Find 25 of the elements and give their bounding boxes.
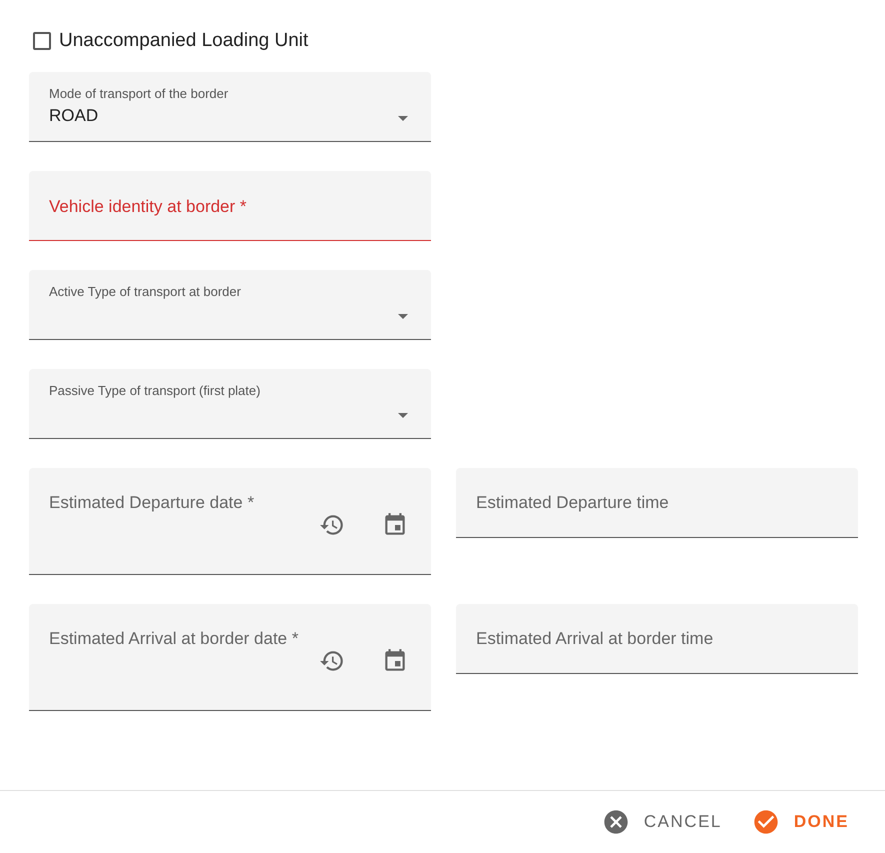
- checkbox-label: Unaccompanied Loading Unit: [59, 30, 308, 52]
- select-field[interactable]: Active Type of transport at border: [29, 270, 431, 340]
- check-icon: [752, 808, 780, 836]
- cancel-button[interactable]: CANCEL: [602, 804, 722, 840]
- field-label: Vehicle identity at border *: [49, 197, 247, 217]
- date-field[interactable]: Estimated Arrival at border date *: [29, 604, 431, 711]
- select-field[interactable]: Passive Type of transport (first plate): [29, 369, 431, 439]
- done-button[interactable]: DONE: [752, 804, 849, 840]
- field-value: ROAD: [49, 106, 98, 126]
- field-label: Mode of transport of the border: [49, 86, 228, 101]
- field-label: Estimated Arrival at border date *: [49, 629, 298, 649]
- select-field[interactable]: Mode of transport of the border ROAD: [29, 72, 431, 142]
- input-field[interactable]: Vehicle identity at border *: [29, 171, 431, 241]
- calendar-icon[interactable]: [382, 512, 408, 538]
- close-icon: [602, 808, 630, 836]
- field-label: Active Type of transport at border: [49, 284, 241, 299]
- time-field[interactable]: Estimated Departure time: [456, 468, 858, 538]
- field-label: Passive Type of transport (first plate): [49, 383, 260, 398]
- calendar-icon[interactable]: [382, 648, 408, 674]
- field-label: Estimated Arrival at border time: [476, 629, 714, 649]
- time-field[interactable]: Estimated Arrival at border time: [456, 604, 858, 674]
- field-label: Estimated Departure time: [476, 493, 669, 513]
- field-label: Estimated Departure date *: [49, 493, 254, 513]
- checkbox[interactable]: [33, 32, 51, 50]
- date-field[interactable]: Estimated Departure date *: [29, 468, 431, 575]
